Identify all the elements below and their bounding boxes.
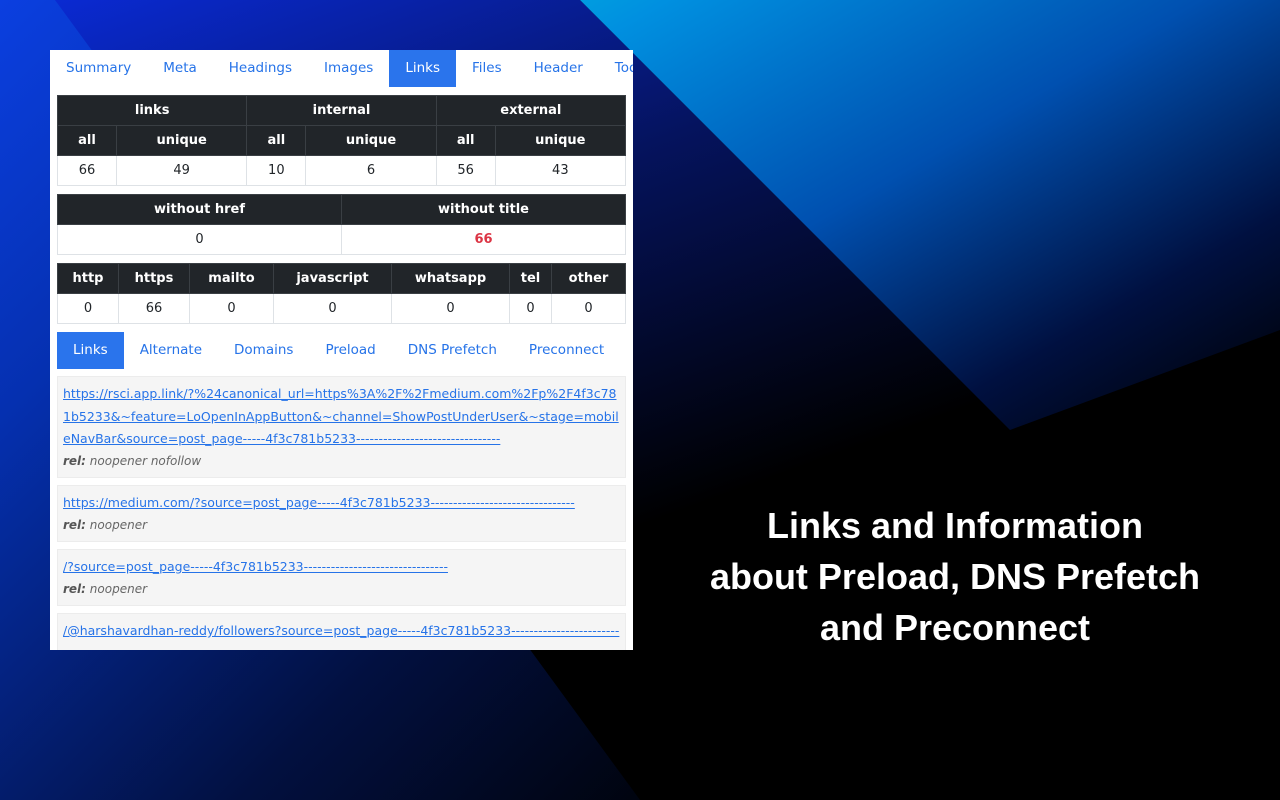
tab-links[interactable]: Links [389,50,457,87]
cell: 0 [189,293,274,324]
header-https: https [118,263,190,294]
header-links: links [56,95,248,126]
rel-info: rel: noopener nofollow [63,451,620,473]
missing-attributes-table: without href without title 0 66 [57,194,626,255]
list-item: https://rsci.app.link/?%24canonical_url=… [57,376,626,478]
cell: 0 [57,293,119,324]
cell: 66 [57,155,117,186]
tab-meta[interactable]: Meta [147,50,213,87]
rel-value: noopener [89,581,148,596]
cell: 0 [273,293,392,324]
tab-tools[interactable]: Tools [599,50,633,87]
subtab-links[interactable]: Links [57,332,124,369]
headline-line: Links and Information [766,505,1143,546]
subtab-alternate[interactable]: Alternate [124,332,218,369]
cell: 0 [509,293,552,324]
subtab-domains[interactable]: Domains [218,332,309,369]
tab-summary[interactable]: Summary [50,50,147,87]
rel-label: rel: [63,517,86,532]
link-url[interactable]: /@harshavardhan-reddy/followers?source=p… [63,623,619,650]
promo-headline: Links and Information about Preload, DNS… [660,500,1250,653]
link-url[interactable]: https://medium.com/?source=post_page----… [63,495,575,510]
cell: 66 [118,293,190,324]
list-item: /?source=post_page-----4f3c781b5233-----… [57,549,626,606]
header-whatsapp: whatsapp [391,263,510,294]
subheader: all [57,125,117,156]
cell: 49 [115,155,248,186]
header-internal: internal [246,95,437,126]
subheader: all [246,125,307,156]
rel-info: rel: noopener [63,515,620,537]
subheader: unique [305,125,437,156]
main-tabs: Summary Meta Headings Images Links Files… [50,50,633,87]
list-item: /@harshavardhan-reddy/followers?source=p… [57,613,626,650]
rel-label: rel: [63,453,86,468]
tab-header[interactable]: Header [518,50,599,87]
cell: 0 [391,293,510,324]
tab-files[interactable]: Files [456,50,518,87]
list-item: https://medium.com/?source=post_page----… [57,485,626,542]
tab-headings[interactable]: Headings [213,50,308,87]
header-mailto: mailto [189,263,274,294]
cell: 10 [246,155,307,186]
headline-line: and Preconnect [819,607,1091,648]
header-without-title: without title [341,194,626,225]
rel-value: noopener [89,517,148,532]
subtab-dns-prefetch[interactable]: DNS Prefetch [392,332,513,369]
headline-line: about Preload, DNS Prefetch [709,556,1201,597]
link-counts-table: links internal external all unique all u… [56,95,627,186]
subtab-preload[interactable]: Preload [309,332,391,369]
link-url[interactable]: https://rsci.app.link/?%24canonical_url=… [63,386,619,446]
header-without-href: without href [57,194,342,225]
header-http: http [57,263,119,294]
rel-value: noopener nofollow [89,453,202,468]
header-tel: tel [509,263,552,294]
cell: 0 [551,293,626,324]
header-external: external [435,95,627,126]
header-javascript: javascript [273,263,392,294]
cell: 0 [57,224,342,255]
link-url[interactable]: /?source=post_page-----4f3c781b5233-----… [63,559,448,574]
rel-label: rel: [63,581,86,596]
rel-info: rel: noopener [63,579,620,601]
sub-tabs: Links Alternate Domains Preload DNS Pref… [57,332,626,369]
cell: 56 [435,155,496,186]
header-other: other [551,263,626,294]
protocols-table: http https mailto javascript whatsapp te… [57,263,626,324]
tab-images[interactable]: Images [308,50,389,87]
subtab-preconnect[interactable]: Preconnect [513,332,620,369]
subheader: unique [115,125,248,156]
subheader: unique [494,125,627,156]
cell-highlight: 66 [341,224,626,255]
extension-panel: Summary Meta Headings Images Links Files… [50,50,633,650]
cell: 6 [305,155,437,186]
subheader: all [435,125,496,156]
cell: 43 [494,155,627,186]
